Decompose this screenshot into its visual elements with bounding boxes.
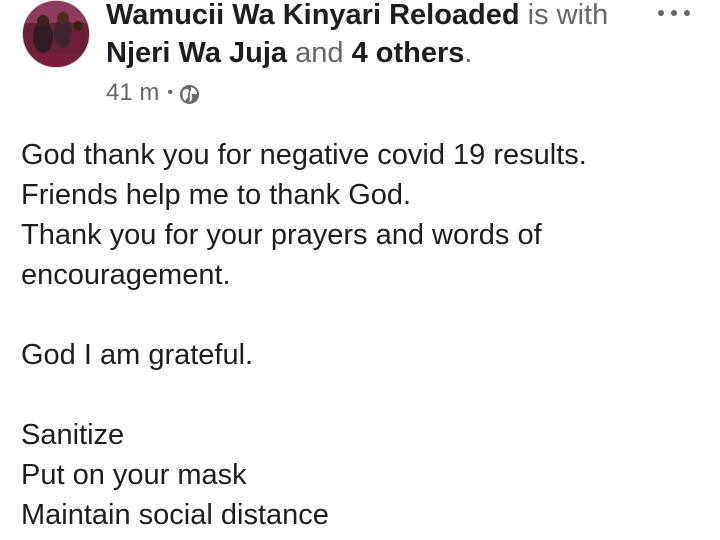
post-text-blank-line bbox=[21, 295, 701, 335]
post-time[interactable]: 41 m bbox=[106, 78, 159, 108]
post-text-blank-line bbox=[21, 375, 701, 415]
post-text-line: Friends help me to thank God. bbox=[21, 179, 412, 211]
more-dots-icon bbox=[658, 10, 690, 16]
post-header: Wamucii Wa Kinyari Reloaded is with Njer… bbox=[0, 0, 720, 115]
post-text-line: encouragement. bbox=[21, 259, 231, 291]
post-text-line: Maintain social distance bbox=[21, 499, 329, 531]
post-meta: 41 m • bbox=[106, 78, 200, 108]
post-text: God thank you for negative covid 19 resu… bbox=[21, 135, 701, 535]
avatar-image bbox=[23, 1, 89, 67]
more-options-button[interactable] bbox=[654, 0, 694, 26]
others-link[interactable]: 4 others bbox=[352, 37, 465, 69]
headline-period: . bbox=[464, 37, 473, 69]
with-text: is with bbox=[527, 0, 609, 31]
meta-separator: • bbox=[167, 84, 173, 101]
tagged-person[interactable]: Njeri Wa Juja bbox=[106, 37, 287, 69]
globe-icon[interactable] bbox=[179, 83, 200, 104]
avatar[interactable] bbox=[22, 0, 90, 68]
post-headline: Wamucii Wa Kinyari Reloaded is with Njer… bbox=[106, 0, 646, 72]
post-card: Wamucii Wa Kinyari Reloaded is with Njer… bbox=[0, 0, 720, 540]
author-name[interactable]: Wamucii Wa Kinyari Reloaded bbox=[106, 0, 520, 31]
and-text: and bbox=[295, 37, 344, 69]
post-text-line: Thank you for your prayers and words of bbox=[21, 219, 542, 251]
post-text-line: Sanitize bbox=[21, 419, 125, 451]
post-text-line: Put on your mask bbox=[21, 459, 247, 491]
post-text-line: God thank you for negative covid 19 resu… bbox=[21, 139, 587, 171]
post-text-line: God I am grateful. bbox=[21, 339, 254, 371]
